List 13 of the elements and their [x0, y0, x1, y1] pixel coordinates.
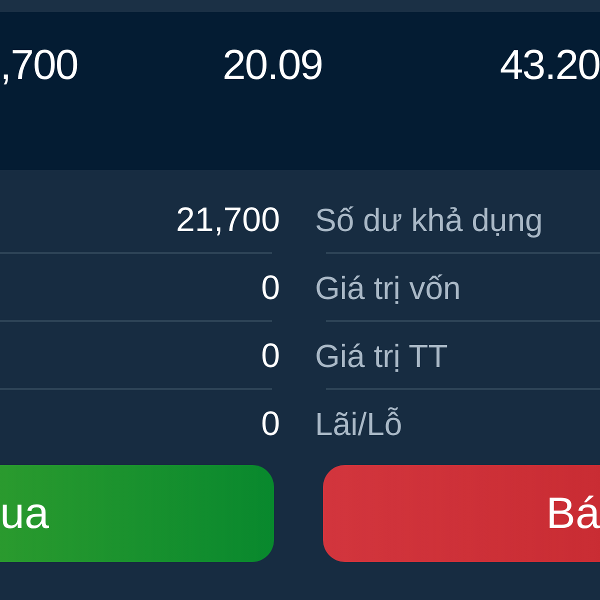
balance-label: Giá trị TT [315, 338, 448, 374]
balance-value: 21,700 [176, 200, 280, 240]
balance-label: Giá trị vốn [315, 270, 461, 306]
summary-value: 20.09 [222, 40, 323, 90]
balance-value: 0 [261, 404, 280, 444]
balance-value: 0 [261, 336, 280, 376]
balance-value: 0 [261, 268, 280, 308]
sell-button[interactable]: Bá [323, 465, 600, 562]
balance-label: Số dư khả dụng [315, 202, 543, 238]
balance-label: Lãi/Lỗ [315, 406, 402, 442]
buy-button[interactable]: ua [0, 465, 274, 562]
summary-value: 43.20 [500, 40, 600, 90]
summary-value: ,700 [0, 40, 78, 90]
